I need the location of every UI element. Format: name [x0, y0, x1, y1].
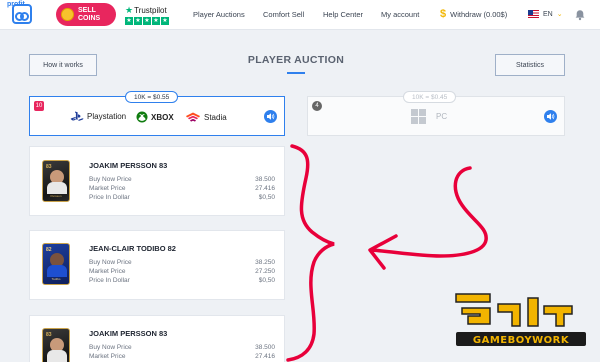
- nav-player-auctions[interactable]: Player Auctions: [193, 10, 245, 19]
- player-card[interactable]: 83 JOAKIM PERSSON 83 Buy Now Price 38.500…: [29, 315, 285, 362]
- xbox-label: XBOX: [151, 112, 174, 122]
- statistics-button[interactable]: Statistics: [495, 54, 565, 76]
- stadia-icon: [186, 112, 200, 122]
- sell-coins-button[interactable]: SELL COINS: [56, 3, 116, 26]
- card-player-name: Todibo: [51, 277, 61, 281]
- playstation-option: Playstation: [70, 111, 126, 122]
- player-card[interactable]: 82 Todibo JEAN-CLAIR TODIBO 82 Buy Now P…: [29, 230, 285, 300]
- coin-icon: [61, 8, 74, 21]
- card-rating: 83: [46, 164, 52, 170]
- dollar-price: $0,50: [258, 277, 275, 284]
- buy-now-row: Buy Now Price 38.250: [89, 259, 275, 266]
- player-card-image: 83: [42, 328, 70, 362]
- windows-icon: [411, 109, 426, 124]
- trustpilot-star-icon: ★: [125, 5, 134, 15]
- player-name: JOAKIM PERSSON 83: [89, 329, 168, 338]
- star-icon: ★: [143, 17, 151, 25]
- site-logo[interactable]: profit: [5, 1, 49, 26]
- player-card-image: 82 Todibo: [42, 243, 70, 285]
- buy-now-row: Buy Now Price 38.500: [89, 176, 275, 183]
- trustpilot-rating-stars: ★ ★ ★ ★ ★: [125, 17, 173, 25]
- market-price-row: Market Price 27.416: [89, 353, 275, 360]
- notification-bell-icon[interactable]: [574, 9, 586, 21]
- market-price: 27.250: [255, 268, 275, 275]
- market-price-row: Market Price 27.250: [89, 268, 275, 275]
- page-title: PLAYER AUCTION: [247, 54, 345, 66]
- pc-sound-toggle-icon[interactable]: [544, 110, 557, 123]
- withdraw-label: Withdraw (0.00$): [450, 9, 508, 19]
- nav-comfort-sell[interactable]: Comfort Sell: [263, 10, 304, 19]
- player-card-image: 83 Persson: [42, 160, 70, 202]
- how-it-works-button[interactable]: How it works: [29, 54, 97, 76]
- playstation-label: Playstation: [87, 112, 127, 121]
- buy-now-price: 38.500: [255, 176, 275, 183]
- gameboywork-watermark-logo: GAMEBOYWORK: [455, 293, 586, 346]
- pc-rate-pill: 10K = $0.45: [403, 91, 457, 103]
- nav-help-center[interactable]: Help Center: [323, 10, 363, 19]
- pc-platform-panel[interactable]: 10K = $0.45 4 PC: [307, 91, 565, 136]
- xbox-option: XBOX: [136, 111, 174, 123]
- star-icon: ★: [134, 17, 142, 25]
- pc-option: PC: [411, 109, 447, 124]
- logo-glasses-icon: [12, 4, 32, 24]
- top-navigation-bar: profit SELL COINS ★ Trustpilot ★ ★ ★ ★ ★…: [0, 0, 600, 30]
- us-flag-icon: [528, 10, 539, 18]
- console-count-badge: 10: [34, 101, 44, 111]
- svg-text:GAMEBOYWORK: GAMEBOYWORK: [473, 335, 570, 346]
- star-icon: ★: [125, 17, 133, 25]
- title-underline: [287, 72, 305, 74]
- dollar-icon: $: [440, 8, 447, 20]
- card-player-name: Persson: [50, 194, 62, 198]
- card-rating: 82: [46, 247, 52, 253]
- sell-coins-label: SELL COINS: [78, 6, 101, 22]
- pc-count-badge: 4: [312, 101, 322, 111]
- buy-now-price: 38.500: [255, 344, 275, 351]
- playstation-icon: [70, 111, 84, 121]
- market-price: 27.416: [255, 353, 275, 360]
- withdraw-button[interactable]: $ Withdraw (0.00$): [440, 8, 507, 20]
- market-price: 27.416: [255, 185, 275, 192]
- star-icon: ★: [152, 17, 160, 25]
- console-sound-toggle-icon[interactable]: [264, 110, 277, 123]
- stadia-option: Stadia: [185, 111, 227, 123]
- trustpilot-label: Trustpilot: [134, 6, 167, 15]
- dollar-price-row: Price In Dollar $0,50: [89, 194, 275, 201]
- xbox-icon: [136, 111, 148, 123]
- player-name: JEAN-CLAIR TODIBO 82: [89, 244, 176, 253]
- pc-label: PC: [436, 112, 448, 121]
- chevron-down-icon: ⌄: [556, 11, 563, 18]
- player-card[interactable]: 83 Persson JOAKIM PERSSON 83 Buy Now Pri…: [29, 146, 285, 216]
- language-label: EN: [543, 10, 553, 18]
- market-price-row: Market Price 27.416: [89, 185, 275, 192]
- card-rating: 83: [46, 332, 52, 338]
- nav-my-account[interactable]: My account: [381, 10, 419, 19]
- buy-now-row: Buy Now Price 38.500: [89, 344, 275, 351]
- stadia-label: Stadia: [204, 112, 227, 122]
- player-name: JOAKIM PERSSON 83: [89, 161, 168, 170]
- console-rate-pill: 10K = $0.55: [125, 91, 179, 103]
- trustpilot-badge[interactable]: ★ Trustpilot ★ ★ ★ ★ ★: [125, 5, 173, 25]
- language-selector[interactable]: EN ⌄: [528, 10, 563, 18]
- dollar-price: $0,50: [258, 194, 275, 201]
- star-icon: ★: [161, 17, 169, 25]
- console-platform-panel[interactable]: 10K = $0.55 10 Playstation XBOX Stadia: [29, 91, 285, 136]
- buy-now-price: 38.250: [255, 259, 275, 266]
- dollar-price-row: Price In Dollar $0,50: [89, 277, 275, 284]
